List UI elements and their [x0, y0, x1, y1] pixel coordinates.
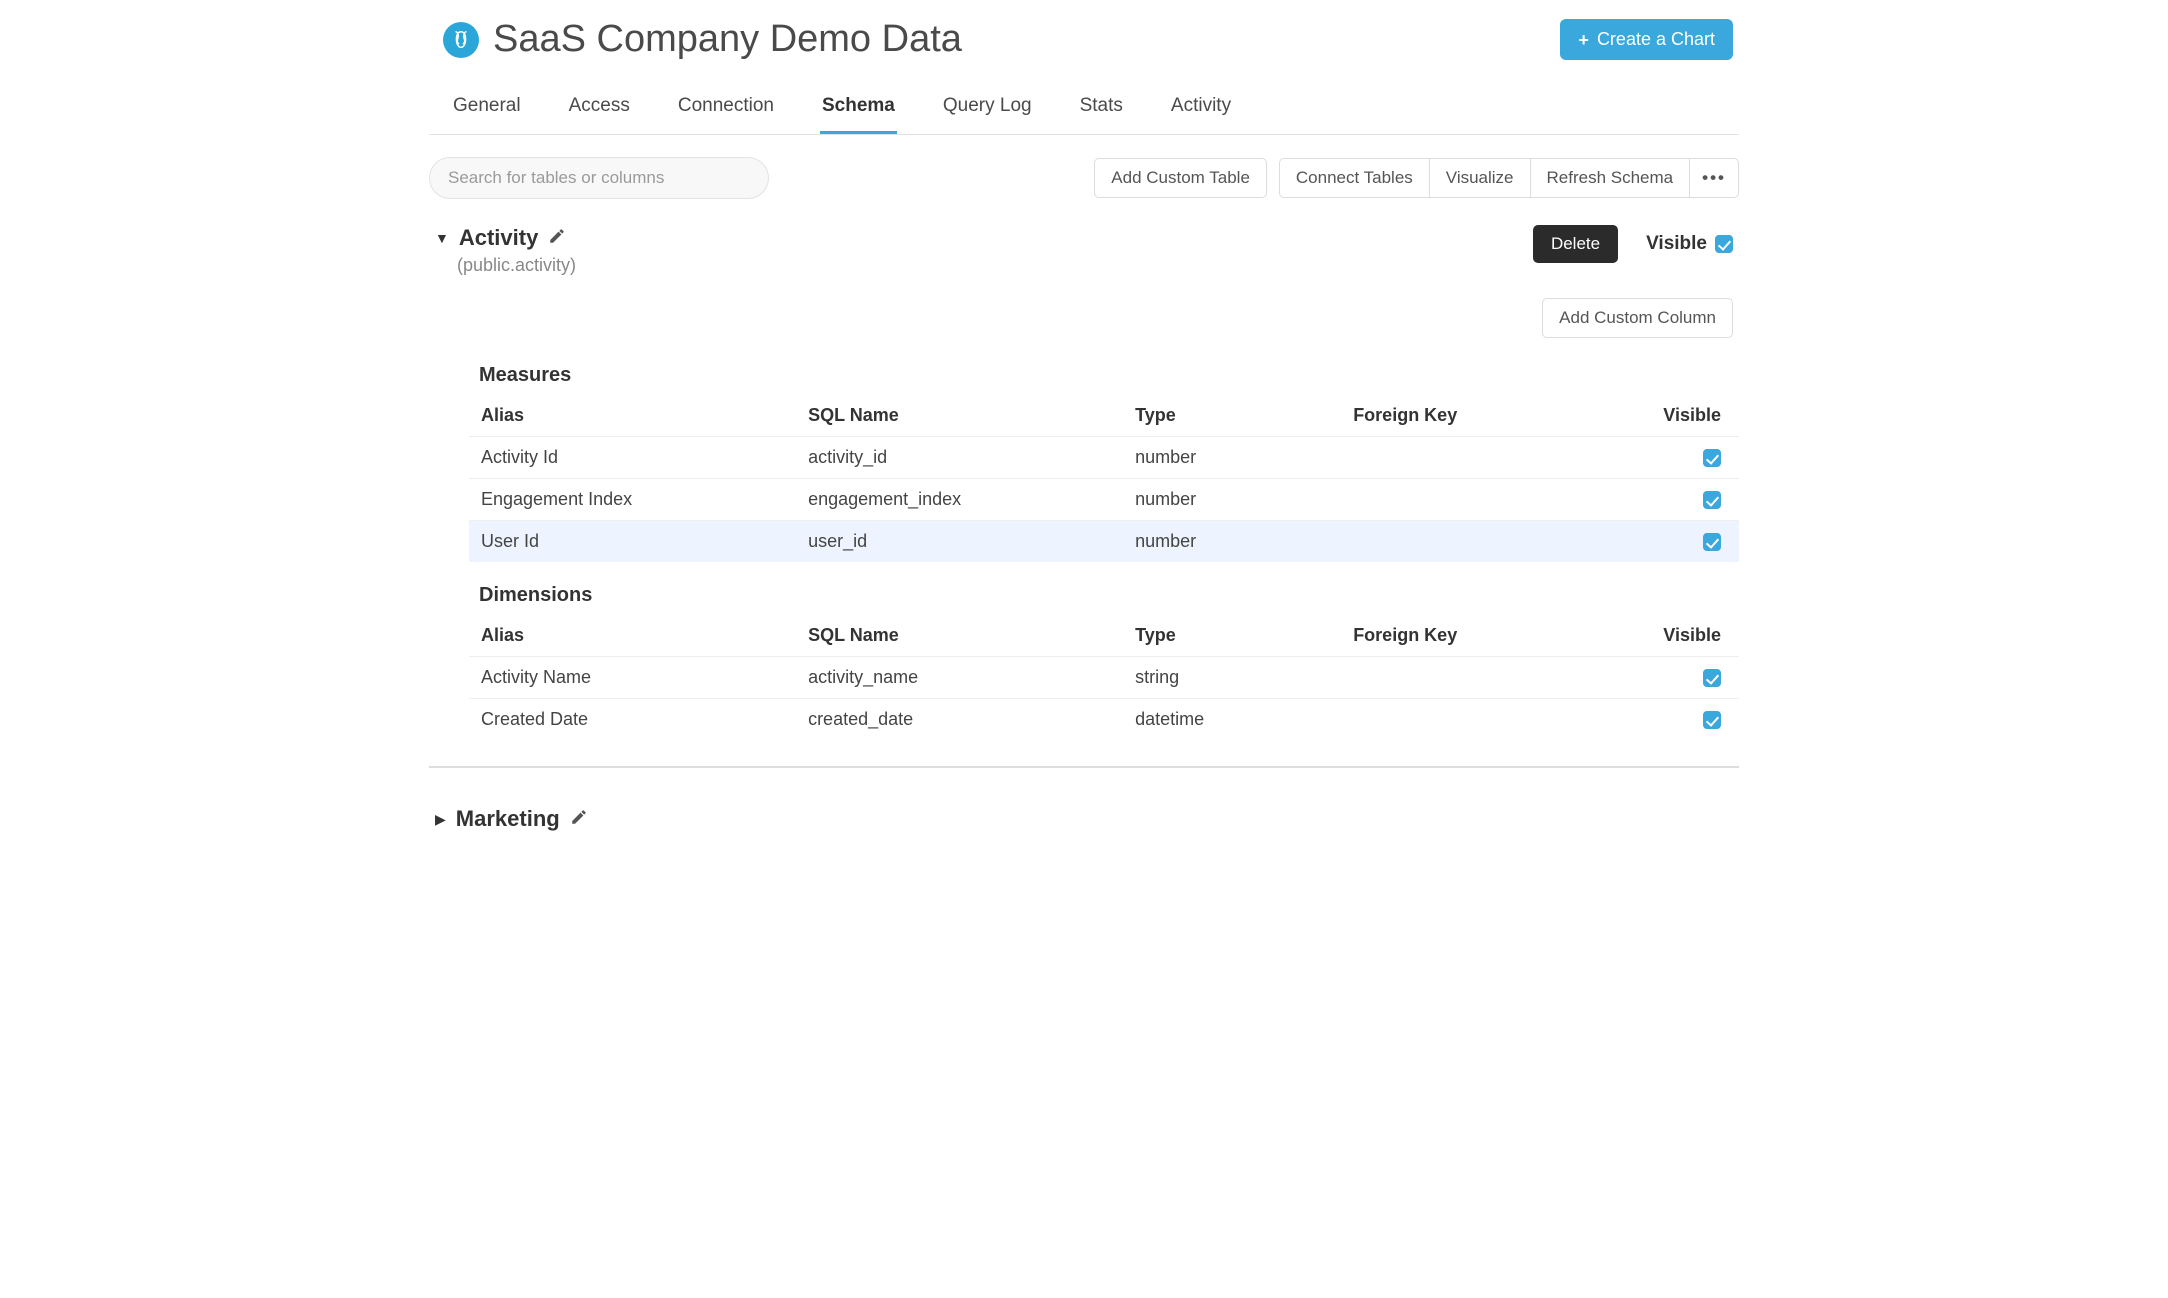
cell-alias: Engagement Index [481, 489, 808, 510]
tabs: General Access Connection Schema Query L… [429, 69, 1739, 135]
col-alias-header: Alias [481, 405, 808, 426]
search-input[interactable] [429, 157, 769, 199]
section-divider [429, 766, 1739, 768]
collapse-toggle-icon[interactable]: ▼ [435, 230, 449, 246]
table-name: Marketing [456, 806, 560, 832]
postgres-icon [443, 22, 479, 58]
edit-table-icon[interactable] [548, 227, 566, 250]
col-fk-header: Foreign Key [1353, 405, 1618, 426]
create-chart-button[interactable]: + Create a Chart [1560, 19, 1733, 60]
cell-sql: user_id [808, 531, 1135, 552]
create-chart-label: Create a Chart [1597, 29, 1715, 50]
column-visible-checkbox[interactable] [1703, 449, 1721, 467]
column-visible-checkbox[interactable] [1703, 491, 1721, 509]
table-qualified-name: (public.activity) [457, 255, 576, 276]
table-row[interactable]: Created Date created_date datetime [469, 698, 1739, 740]
tab-access[interactable]: Access [567, 91, 632, 134]
table-name: Activity [459, 225, 538, 251]
table-visible-label: Visible [1646, 233, 1707, 255]
cell-alias: Created Date [481, 709, 808, 730]
cell-alias: Activity Id [481, 447, 808, 468]
table-row[interactable]: Engagement Index engagement_index number [469, 478, 1739, 520]
table-row[interactable]: Activity Id activity_id number [469, 436, 1739, 478]
tab-general[interactable]: General [451, 91, 523, 134]
column-visible-checkbox[interactable] [1703, 669, 1721, 687]
more-icon: ••• [1702, 168, 1726, 187]
add-custom-table-button[interactable]: Add Custom Table [1094, 158, 1267, 198]
edit-table-icon[interactable] [570, 808, 588, 831]
col-visible-header: Visible [1618, 405, 1727, 426]
cell-sql: engagement_index [808, 489, 1135, 510]
column-visible-checkbox[interactable] [1703, 533, 1721, 551]
col-visible-header: Visible [1618, 625, 1727, 646]
dimensions-heading: Dimensions [479, 584, 1739, 607]
cell-type: number [1135, 531, 1353, 552]
table-visible-checkbox[interactable] [1715, 235, 1733, 253]
tab-schema[interactable]: Schema [820, 91, 897, 134]
col-fk-header: Foreign Key [1353, 625, 1618, 646]
cell-sql: created_date [808, 709, 1135, 730]
col-sql-header: SQL Name [808, 405, 1135, 426]
columns-header: Alias SQL Name Type Foreign Key Visible [469, 615, 1739, 656]
plus-icon: + [1578, 31, 1589, 49]
expand-toggle-icon[interactable]: ▶ [435, 811, 446, 828]
cell-sql: activity_name [808, 667, 1135, 688]
add-custom-column-button[interactable]: Add Custom Column [1542, 298, 1733, 338]
cell-type: number [1135, 489, 1353, 510]
cell-alias: User Id [481, 531, 808, 552]
tab-activity[interactable]: Activity [1169, 91, 1233, 134]
cell-alias: Activity Name [481, 667, 808, 688]
tab-query-log[interactable]: Query Log [941, 91, 1034, 134]
cell-sql: activity_id [808, 447, 1135, 468]
table-row[interactable]: User Id user_id number [469, 520, 1739, 562]
measures-heading: Measures [479, 364, 1739, 387]
connect-tables-button[interactable]: Connect Tables [1279, 158, 1430, 198]
cell-type: string [1135, 667, 1353, 688]
table-row[interactable]: Activity Name activity_name string [469, 656, 1739, 698]
columns-header: Alias SQL Name Type Foreign Key Visible [469, 395, 1739, 436]
cell-type: number [1135, 447, 1353, 468]
more-actions-button[interactable]: ••• [1689, 158, 1739, 198]
visualize-button[interactable]: Visualize [1429, 158, 1531, 198]
refresh-schema-button[interactable]: Refresh Schema [1530, 158, 1691, 198]
column-visible-checkbox[interactable] [1703, 711, 1721, 729]
tab-stats[interactable]: Stats [1078, 91, 1125, 134]
col-type-header: Type [1135, 405, 1353, 426]
cell-type: datetime [1135, 709, 1353, 730]
tab-connection[interactable]: Connection [676, 91, 776, 134]
col-sql-header: SQL Name [808, 625, 1135, 646]
col-alias-header: Alias [481, 625, 808, 646]
delete-table-button[interactable]: Delete [1533, 225, 1618, 263]
col-type-header: Type [1135, 625, 1353, 646]
page-title: SaaS Company Demo Data [493, 18, 962, 61]
